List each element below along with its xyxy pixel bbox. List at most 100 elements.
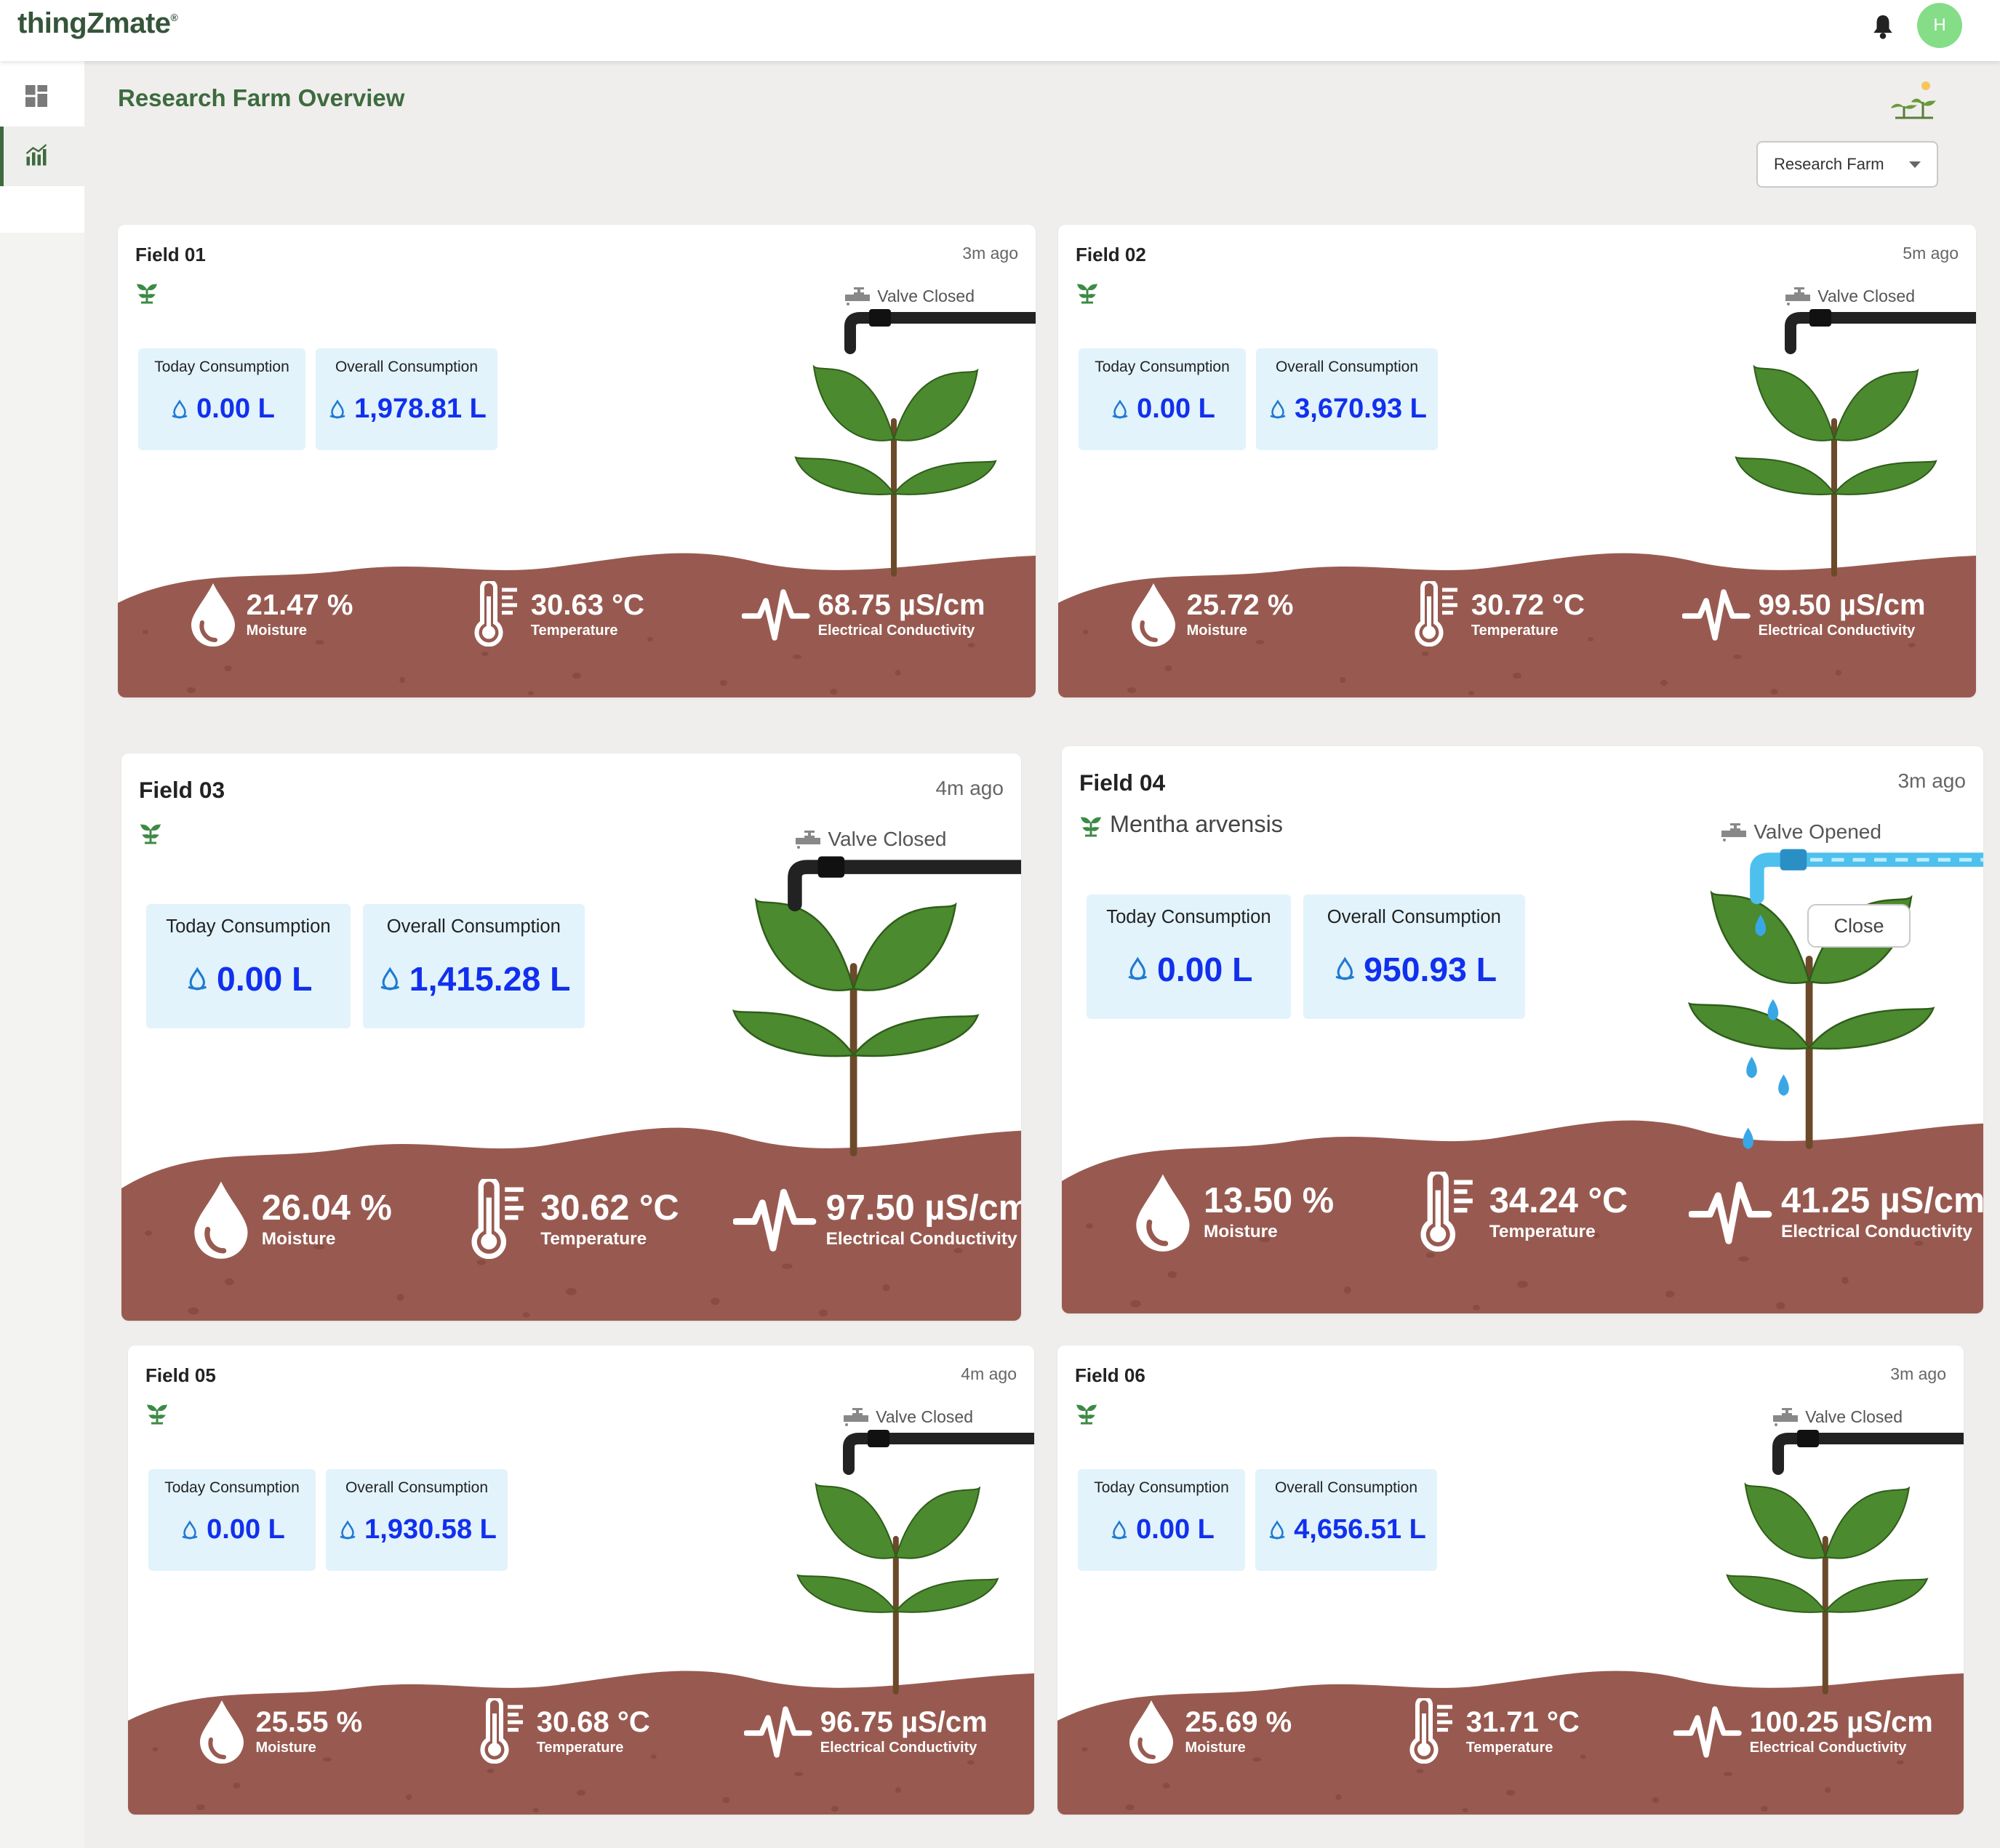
ec-metric: 100.25 µS/cm Electrical Conductivity: [1673, 1698, 1933, 1764]
today-consumption-value: 0.00 L: [138, 393, 305, 425]
overall-consumption-box: Overall Consumption 4,656.51 L: [1255, 1469, 1437, 1571]
moisture-metric: 25.72 % Moisture: [1127, 581, 1293, 647]
crop-name: Mentha arvensis: [1110, 811, 1283, 838]
field-name: Field 01: [135, 244, 206, 265]
valve-status-text: Valve Closed: [1817, 286, 1915, 305]
user-avatar[interactable]: H: [1917, 3, 1962, 48]
temperature-metric-label: Temperature: [1465, 1740, 1553, 1756]
farm-select[interactable]: Research Farm: [1756, 141, 1938, 188]
field-card[interactable]: Field 03 4m ago Valve Closed Today Consumpt…: [121, 753, 1021, 1321]
crop-plant-icon: [1081, 816, 1101, 837]
crop-plant-icon: [140, 823, 161, 844]
field-name: Field 06: [1075, 1364, 1145, 1386]
ec-metric-value: 97.50 µS/cm: [825, 1188, 1021, 1228]
today-consumption-label: Today Consumption: [154, 359, 289, 375]
field-card[interactable]: Field 04 Mentha arvensis 3m ago Valve Opene…: [1062, 746, 1983, 1313]
moisture-drop-icon: [1136, 1174, 1190, 1252]
thermometer-icon: [480, 1698, 523, 1764]
last-updated: 4m ago: [961, 1364, 1017, 1383]
pulse-wave-icon: [742, 589, 810, 641]
moisture-metric-value: 25.69 %: [1185, 1706, 1292, 1738]
overall-consumption-box: Overall Consumption 1,930.58 L: [326, 1469, 508, 1571]
overall-consumption-label: Overall Consumption: [1274, 1479, 1418, 1496]
ec-metric: 99.50 µS/cm Electrical Conductivity: [1682, 581, 1926, 647]
water-drop-icon: [188, 967, 207, 991]
sidebar-item-analytics[interactable]: [0, 127, 84, 186]
chevron-down-icon: [1909, 161, 1921, 168]
today-consumption-value: 0.00 L: [1087, 950, 1291, 989]
pulse-wave-icon: [733, 1188, 817, 1252]
today-consumption-box: Today Consumption 0.00 L: [1078, 1469, 1245, 1571]
notification-bell-icon[interactable]: [1871, 13, 1895, 42]
last-updated: 4m ago: [935, 776, 1004, 799]
water-tap-icon: [845, 287, 871, 305]
today-consumption-box: Today Consumption 0.00 L: [146, 904, 351, 1029]
temperature-metric: 34.24 °C Temperature: [1417, 1171, 1628, 1252]
valve-status-text: Valve Opened: [1753, 820, 1881, 844]
field-card[interactable]: Field 01 3m ago Valve Closed Today Consumpt…: [118, 225, 1036, 697]
overall-consumption-label: Overall Consumption: [386, 916, 561, 937]
dashboard-grid-icon: [25, 85, 47, 107]
temperature-metric-label: Temperature: [540, 1229, 647, 1249]
ec-metric-label: Electrical Conductivity: [1781, 1222, 1972, 1242]
field-card[interactable]: Field 06 3m ago Valve Closed Today Consumpt…: [1057, 1345, 1964, 1815]
water-drop-icon: [1269, 1519, 1285, 1539]
pulse-wave-icon: [1682, 589, 1751, 641]
valve-status: Valve Closed: [1784, 286, 1915, 306]
overall-consumption-box: Overall Consumption 1,415.28 L: [362, 904, 585, 1029]
temperature-metric: 30.63 °C Temperature: [471, 581, 644, 647]
field-card[interactable]: Field 02 5m ago Valve Closed Today Consumpt…: [1058, 225, 1976, 697]
sidebar-item-dashboard[interactable]: [0, 67, 84, 127]
today-consumption-box: Today Consumption 0.00 L: [138, 348, 305, 450]
close-valve-button[interactable]: Close: [1807, 904, 1911, 948]
crop-label: [1075, 1398, 1098, 1427]
valve-status: Valve Closed: [1772, 1407, 1903, 1427]
today-consumption-value: 0.00 L: [146, 959, 351, 999]
valve-status: Valve Opened: [1720, 820, 1881, 844]
overall-consumption-value: 950.93 L: [1303, 950, 1525, 989]
ec-metric-label: Electrical Conductivity: [1749, 1740, 1907, 1756]
water-tap-icon: [796, 831, 821, 849]
last-updated: 5m ago: [1903, 244, 1959, 263]
overall-consumption-value: 1,930.58 L: [326, 1514, 508, 1545]
thermometer-icon: [474, 581, 517, 647]
temperature-metric-value: 34.24 °C: [1489, 1180, 1628, 1220]
today-consumption-box: Today Consumption 0.00 L: [1079, 348, 1246, 450]
overall-consumption-box: Overall Consumption 950.93 L: [1303, 895, 1525, 1019]
overall-consumption-label: Overall Consumption: [1275, 359, 1419, 375]
water-tap-icon: [844, 1408, 869, 1426]
temperature-metric-label: Temperature: [530, 623, 618, 639]
today-consumption-label: Today Consumption: [166, 916, 331, 937]
ec-metric-value: 96.75 µS/cm: [820, 1706, 988, 1738]
app-logo[interactable]: thingZmate®: [17, 7, 178, 40]
crop-label: [139, 817, 162, 847]
pulse-wave-icon: [744, 1706, 813, 1758]
moisture-metric-label: Moisture: [1204, 1222, 1278, 1242]
overall-consumption-value: 3,670.93 L: [1256, 393, 1438, 425]
today-consumption-box: Today Consumption 0.00 L: [148, 1469, 316, 1571]
last-updated: 3m ago: [1890, 1364, 1946, 1383]
valve-status-text: Valve Closed: [877, 286, 975, 305]
water-tap-icon: [1773, 1408, 1799, 1426]
page-title: Research Farm Overview: [118, 84, 405, 111]
overall-consumption-label: Overall Consumption: [1327, 907, 1501, 928]
water-drop-icon: [340, 1519, 356, 1539]
last-updated: 3m ago: [962, 244, 1018, 263]
moisture-metric-label: Moisture: [255, 1740, 316, 1756]
ec-metric: 97.50 µS/cm Electrical Conductivity: [733, 1179, 1021, 1259]
crop-label: [135, 277, 159, 306]
field-name: Field 04: [1079, 769, 1166, 796]
water-tap-icon: [1785, 287, 1811, 305]
ec-metric-value: 68.75 µS/cm: [817, 589, 985, 621]
today-consumption-value: 0.00 L: [1078, 1514, 1245, 1545]
moisture-metric: 21.47 % Moisture: [187, 581, 353, 647]
ec-metric-value: 41.25 µS/cm: [1781, 1180, 1983, 1220]
moisture-metric: 26.04 % Moisture: [189, 1179, 392, 1259]
temperature-metric-value: 30.62 °C: [540, 1188, 679, 1228]
pulse-wave-icon: [1673, 1706, 1743, 1758]
ec-metric-value: 100.25 µS/cm: [1749, 1706, 1933, 1738]
field-card[interactable]: Field 05 4m ago Valve Closed Today Consumpt…: [128, 1345, 1034, 1815]
water-drop-icon: [1335, 956, 1354, 980]
moisture-metric-value: 25.55 %: [255, 1706, 363, 1738]
crop-plant-icon: [1076, 1404, 1097, 1425]
